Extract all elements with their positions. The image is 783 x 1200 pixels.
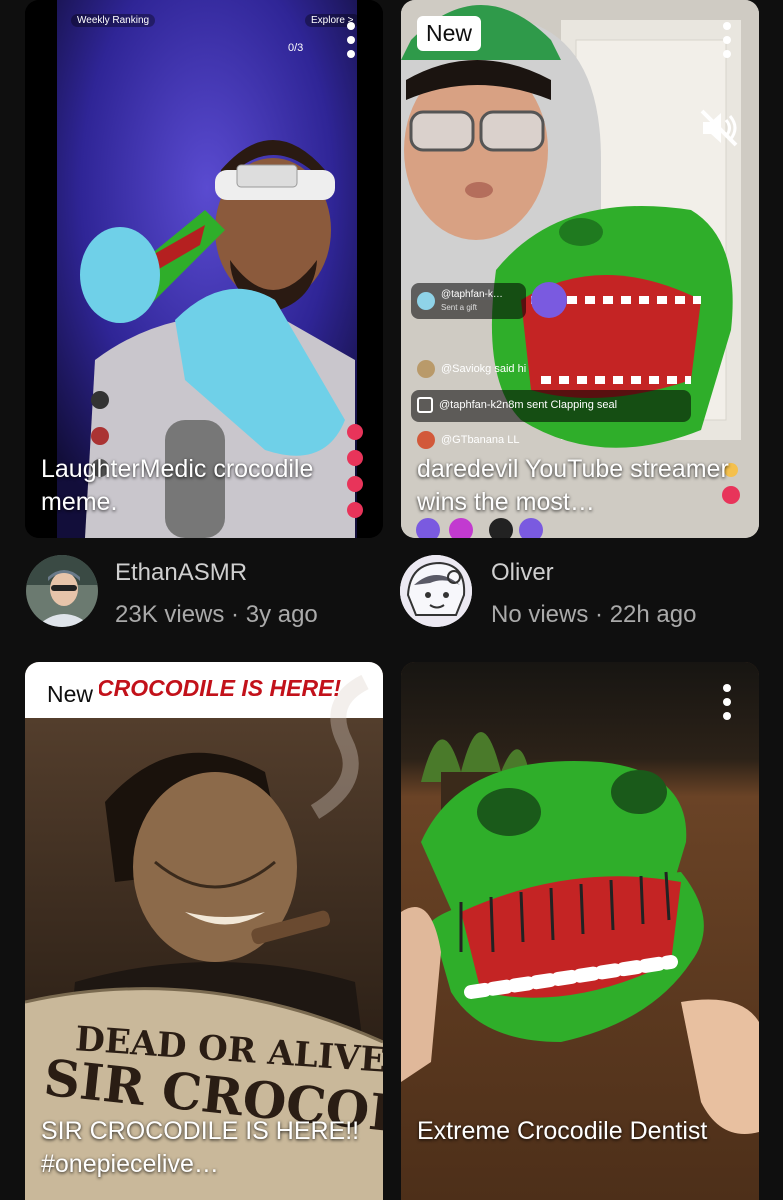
short-card-4[interactable]: Extreme Crocodile Dentist [401, 662, 759, 1200]
view-count: No views [491, 601, 589, 628]
short-card-2[interactable]: @taphfan-k… Sent a gift @Saviokg said hi… [401, 0, 759, 538]
video-stats: No views · 22h ago [491, 601, 696, 629]
banner-text: CROCODILE IS HERE! [97, 675, 342, 701]
rank-count: 0/3 [288, 42, 304, 54]
more-vert-icon[interactable] [720, 684, 734, 720]
gift-user: @taphfan-k… [441, 289, 503, 300]
chat-message: @Saviokg said hi [417, 360, 526, 378]
chat-message: @GTbanana LL [417, 431, 519, 449]
new-badge: New [417, 16, 482, 51]
short-card-1[interactable]: Weekly Ranking Explore > 0/3 LaughterMed… [25, 0, 383, 538]
short-title: daredevil YouTube streamer wins the most… [417, 455, 729, 516]
more-vert-icon[interactable] [344, 22, 358, 58]
chat-message: @taphfan-k2n8m sent Clapping seal [417, 397, 617, 413]
gift-icon [417, 397, 433, 413]
weekly-ranking-label: Weekly Ranking [71, 14, 156, 27]
chat-text: @Saviokg said hi [441, 363, 527, 375]
short-title: SIR CROCODILE IS HERE!! #onepiecelive… [41, 1117, 360, 1178]
chat-text: @taphfan-k2n8m sent Clapping seal [439, 399, 618, 411]
more-vert-icon[interactable] [720, 22, 734, 58]
avatar[interactable] [400, 555, 472, 627]
short-meta-2: Oliver No views · 22h ago [391, 540, 783, 640]
user-avatar-icon [417, 360, 435, 378]
upload-age: 22h ago [609, 601, 697, 628]
avatar[interactable] [26, 555, 98, 627]
gift-text: Sent a gift [441, 303, 478, 312]
short-card-3[interactable]: CROCODILE IS HERE! DEAD OR ALIVE SIR CRO… [25, 662, 383, 1200]
chat-text: @GTbanana LL [441, 434, 520, 446]
channel-name[interactable]: Oliver [491, 559, 554, 587]
upload-age: 3y ago [245, 601, 318, 628]
stats-separator: · [588, 601, 610, 628]
new-badge: New [41, 678, 100, 711]
stats-separator: · [224, 601, 246, 628]
gift-notice: @taphfan-k… Sent a gift [417, 288, 503, 314]
view-count: 23K views [115, 601, 225, 628]
short-title: LaughterMedic crocodile meme. [41, 455, 314, 516]
video-stats: 23K views · 3y ago [115, 601, 318, 629]
short-title: Extreme Crocodile Dentist [417, 1117, 708, 1145]
short-meta-1: EthanASMR 23K views · 3y ago [0, 540, 391, 640]
user-avatar-icon [417, 292, 435, 310]
channel-name[interactable]: EthanASMR [115, 559, 247, 587]
user-avatar-icon [417, 431, 435, 449]
volume-off-icon[interactable] [697, 106, 741, 150]
